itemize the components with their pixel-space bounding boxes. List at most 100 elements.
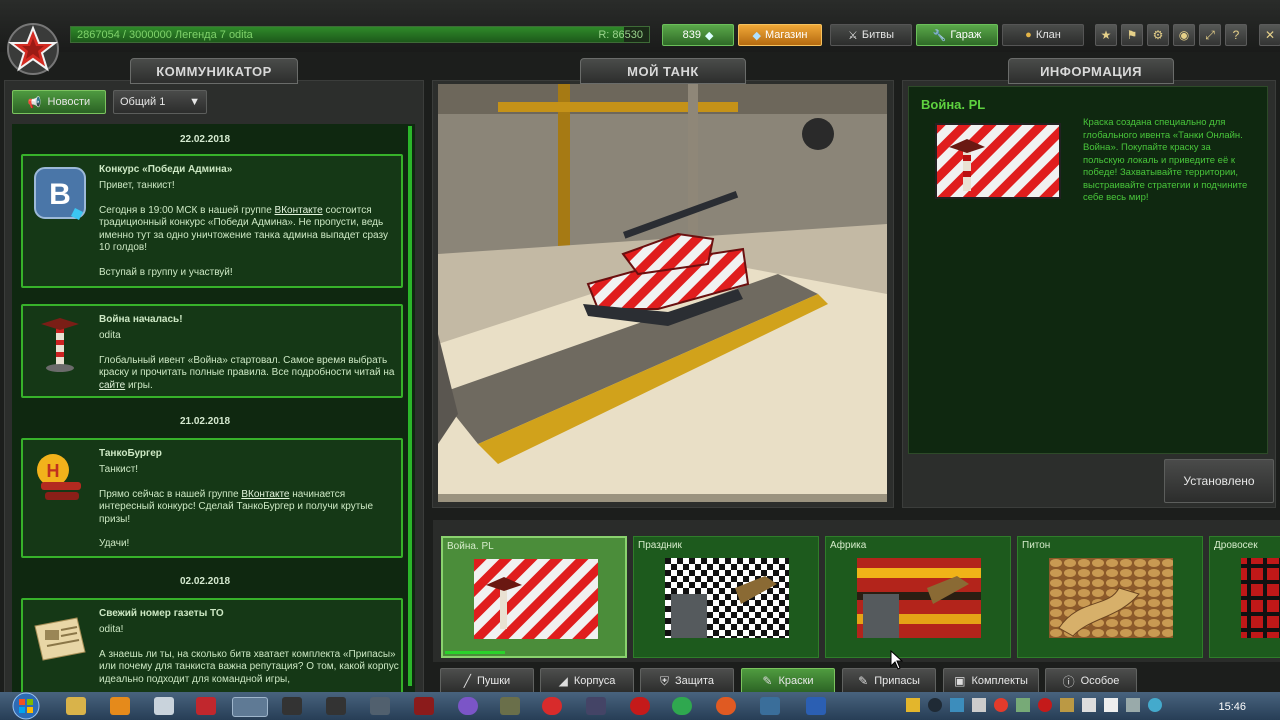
- yandex-browser-icon[interactable]: [542, 697, 562, 715]
- my-tank-title: МОЙ ТАНК: [580, 58, 746, 84]
- start-button-icon[interactable]: [6, 692, 46, 720]
- close-icon[interactable]: ✕: [1259, 24, 1280, 46]
- achievements-icon[interactable]: ⚑: [1121, 24, 1143, 46]
- news-text: А знаешь ли ты, на сколько битв хватает …: [99, 648, 399, 685]
- news-card[interactable]: H ТанкоБургер Танкист! Прямо сейчас в на…: [21, 438, 403, 558]
- news-text-part: игры.: [125, 379, 153, 391]
- tab-kits[interactable]: ▣ Комплекты: [943, 668, 1039, 694]
- download-icon[interactable]: [196, 697, 216, 715]
- installed-button[interactable]: Установлено: [1164, 459, 1274, 503]
- news-card[interactable]: Свежий номер газеты ТО odita! А знаешь л…: [21, 598, 403, 692]
- help-icon[interactable]: ?: [1225, 24, 1247, 46]
- fullscreen-icon[interactable]: ⤢: [1199, 24, 1221, 46]
- clan-button[interactable]: ● Клан: [1002, 24, 1084, 46]
- news-date: 22.02.2018: [179, 134, 231, 145]
- news-button[interactable]: 📢 Новости: [12, 90, 106, 114]
- garage-button[interactable]: 🔧 Гараж: [916, 24, 998, 46]
- tanki-online-icon[interactable]: [232, 697, 268, 717]
- news-greeting: odita!: [99, 624, 124, 635]
- network-icon[interactable]: [1126, 698, 1140, 712]
- news-text-part: Глобальный ивент «Война» стартовал. Само…: [99, 354, 395, 379]
- news-body: odita! А знаешь ли ты, на сколько битв х…: [99, 624, 399, 692]
- yandex-tray-icon[interactable]: [994, 698, 1008, 712]
- app-icon[interactable]: [586, 697, 606, 715]
- game-icon[interactable]: [500, 697, 520, 715]
- tray-icon[interactable]: [950, 698, 964, 712]
- news-feed[interactable]: 22.02.2018 B Конкурс «Победи Админа» При…: [12, 124, 415, 692]
- media-player-icon[interactable]: [110, 697, 130, 715]
- vk-icon: B: [34, 167, 86, 220]
- news-body: odita Глобальный ивент «Война» стартовал…: [99, 330, 399, 404]
- site-link[interactable]: сайте: [99, 380, 125, 391]
- garage-item[interactable]: Праздник: [633, 536, 819, 658]
- explorer-icon[interactable]: [66, 697, 86, 715]
- paint-preview-image: [935, 123, 1061, 199]
- garage-items-strip[interactable]: Война. PL Праздник Африка Питон Дровосек: [441, 528, 1280, 660]
- garage-item[interactable]: Дровосек: [1209, 536, 1280, 658]
- channel-select[interactable]: Общий 1 ▼: [113, 90, 207, 114]
- garage-item-label: Праздник: [638, 540, 682, 551]
- notepad-icon[interactable]: [154, 697, 174, 715]
- tab-protection[interactable]: ⛨ Защита: [640, 668, 734, 694]
- clan-label: Клан: [1035, 29, 1061, 41]
- gear-icon[interactable]: ⚙: [1147, 24, 1169, 46]
- tank-preview-scene[interactable]: [438, 84, 887, 502]
- taskbar-clock[interactable]: 15:46: [1218, 701, 1246, 713]
- tray-icon[interactable]: [1148, 698, 1162, 712]
- app-icon[interactable]: [806, 697, 826, 715]
- rating-text: R: 86530: [598, 29, 643, 41]
- gun-icon: ╱: [463, 674, 472, 688]
- python-paint-thumbnail: [1049, 558, 1173, 638]
- steam-icon[interactable]: [370, 697, 390, 715]
- garage-item[interactable]: Война. PL: [441, 536, 627, 658]
- viber-icon[interactable]: [458, 697, 478, 715]
- africa-paint-thumbnail: [857, 558, 981, 638]
- tray-icon[interactable]: [906, 698, 920, 712]
- experience-text: 2867054 / 3000000 Легенда 7 odita: [77, 29, 253, 41]
- chevron-down-icon: ▼: [189, 96, 200, 108]
- game-icon[interactable]: [414, 697, 434, 715]
- tab-label: Краски: [778, 675, 814, 687]
- steam-tray-icon[interactable]: [928, 698, 942, 712]
- record-tray-icon[interactable]: [1038, 698, 1052, 712]
- app-icon[interactable]: [282, 697, 302, 715]
- vk-link[interactable]: ВКонтакте: [241, 489, 289, 500]
- news-card[interactable]: B Конкурс «Победи Админа» Привет, танкис…: [21, 154, 403, 288]
- vk-link[interactable]: ВКонтакте: [275, 205, 323, 216]
- tab-guns[interactable]: ╱ Пушки: [440, 668, 534, 694]
- tab-label: Комплекты: [971, 675, 1028, 687]
- shop-button[interactable]: ◆ Магазин: [738, 24, 822, 46]
- sound-icon[interactable]: ◉: [1173, 24, 1195, 46]
- app-icon[interactable]: [326, 697, 346, 715]
- news-text: Прямо сейчас в нашей группе ВКонтакте на…: [99, 489, 399, 527]
- item-description: Краска создана специально для глобальног…: [1083, 117, 1248, 203]
- crystals-button[interactable]: 839 ◆: [662, 24, 734, 46]
- tab-supplies[interactable]: ✎ Припасы: [842, 668, 936, 694]
- tab-special[interactable]: ⓘ Особое: [1045, 668, 1137, 694]
- news-title: Свежий номер газеты ТО: [99, 608, 224, 619]
- tray-icon[interactable]: [972, 698, 986, 712]
- battles-button[interactable]: ⚔ Битвы: [830, 24, 912, 46]
- tray-icon[interactable]: [1082, 698, 1096, 712]
- volume-icon[interactable]: [1104, 698, 1118, 712]
- tab-label: Пушки: [477, 675, 511, 687]
- tray-icon[interactable]: [1016, 698, 1030, 712]
- garage-item-label: Дровосек: [1214, 540, 1258, 551]
- tab-paints[interactable]: ✎ Краски: [741, 668, 835, 694]
- svg-text:B: B: [49, 178, 71, 211]
- news-card[interactable]: Война началась! odita Глобальный ивент «…: [21, 304, 403, 398]
- garage-item[interactable]: Африка: [825, 536, 1011, 658]
- record-icon[interactable]: [630, 697, 650, 715]
- tab-hulls[interactable]: ◢ Корпуса: [540, 668, 634, 694]
- app-icon[interactable]: [760, 697, 780, 715]
- star-icon[interactable]: ★: [1095, 24, 1117, 46]
- app-icon[interactable]: [716, 697, 736, 715]
- rank-star-icon[interactable]: [6, 22, 60, 76]
- war-paint-thumbnail: [474, 559, 598, 639]
- news-scrollbar[interactable]: [408, 126, 412, 686]
- tab-label: Особое: [1080, 675, 1120, 687]
- crossed-swords-icon: ⚔: [847, 29, 858, 42]
- app-icon[interactable]: [672, 697, 692, 715]
- tray-icon[interactable]: [1060, 698, 1074, 712]
- garage-item[interactable]: Питон: [1017, 536, 1203, 658]
